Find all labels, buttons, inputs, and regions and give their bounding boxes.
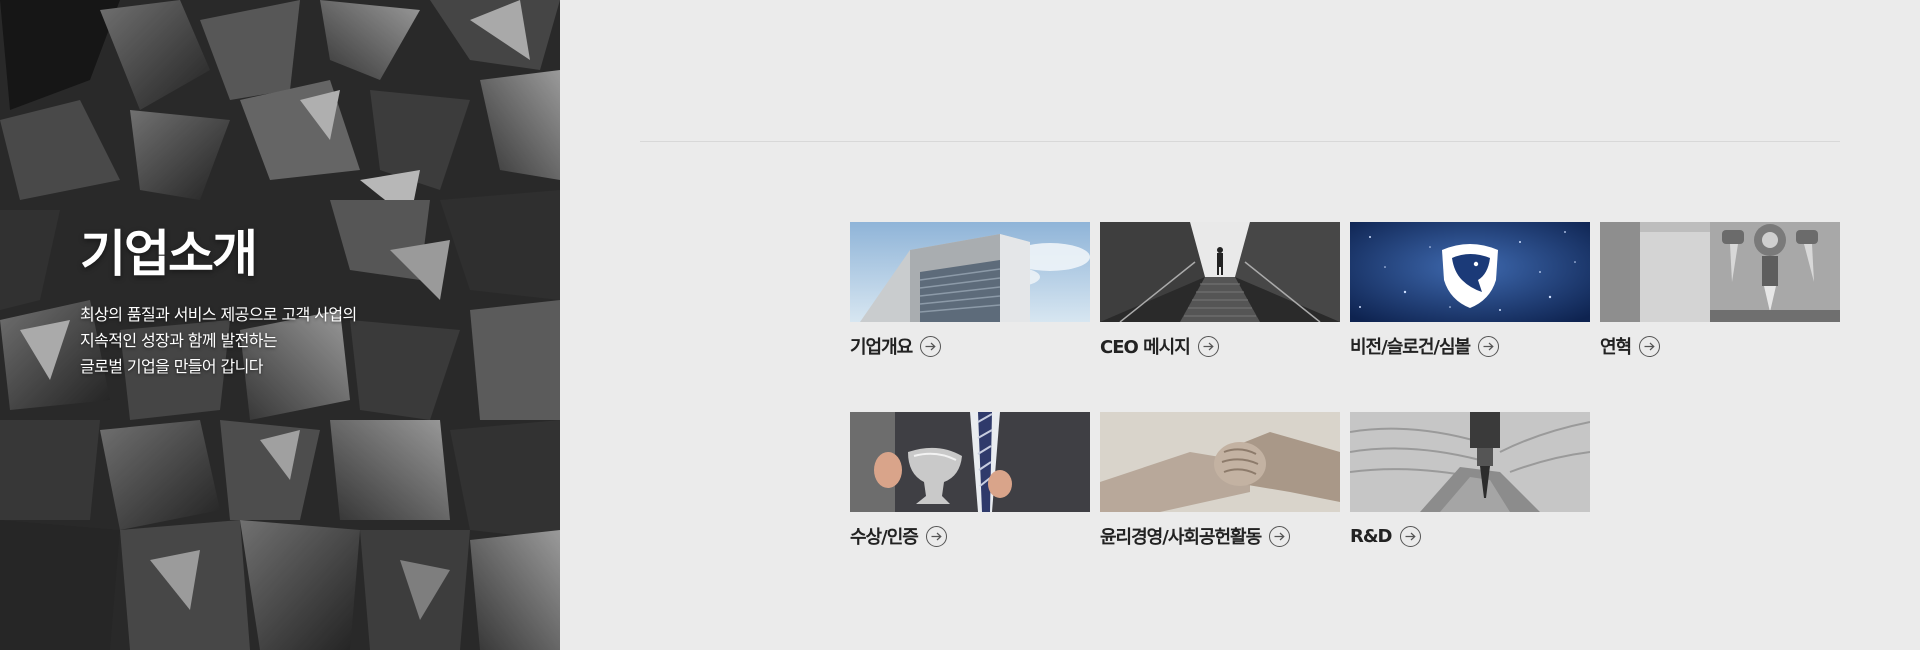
menu-card-label: 윤리경영/사회공헌활동 [1100, 527, 1262, 548]
page-title: 기업소개 [80, 225, 258, 283]
arrow-right-circle-icon [1478, 335, 1500, 357]
arrow-right-circle-icon [925, 525, 947, 547]
arrow-right-circle-icon [1197, 335, 1219, 357]
hero-description-line: 글로벌 기업을 만들어 갑니다 [80, 357, 264, 376]
hero-description: 최상의 품질과 서비스 제공으로 고객 사업의 지속적인 성장과 함께 발전하는… [80, 302, 357, 380]
menu-card-label: 수상/인증 [850, 527, 919, 548]
panther-shield-symbol-image [1350, 222, 1590, 322]
hero-description-line: 최상의 품질과 서비스 제공으로 고객 사업의 [80, 305, 357, 324]
menu-card-label: 연혁 [1600, 337, 1632, 358]
person-on-stairs-image [1100, 222, 1340, 322]
menu-card-label: CEO 메시지 [1100, 337, 1191, 358]
arrow-right-circle-icon [920, 335, 942, 357]
arrow-right-circle-icon [1639, 335, 1661, 357]
trophy-businessman-image [850, 412, 1090, 512]
arrow-right-circle-icon [1399, 525, 1421, 547]
menu-card-label: R&D [1350, 525, 1392, 547]
menu-card-label: 비전/슬로건/심볼 [1350, 337, 1471, 358]
section-divider [640, 141, 1840, 142]
clasped-hands-image [1100, 412, 1340, 512]
menu-card-label: 기업개요 [850, 337, 913, 358]
hero-text: 기업소개 최상의 품질과 서비스 제공으로 고객 사업의 지속적인 성장과 함께… [80, 214, 357, 380]
building-exterior-image [850, 222, 1090, 322]
menu-card-ceo-message[interactable]: CEO 메시지 [1100, 222, 1340, 358]
menu-card-rnd[interactable]: R&D [1350, 412, 1590, 548]
menu-card-history[interactable]: 연혁 [1600, 222, 1840, 358]
menu-card-company-overview[interactable]: 기업개요 [850, 222, 1090, 358]
menu-card-vision-slogan-symbol[interactable]: 비전/슬로건/심볼 [1350, 222, 1590, 358]
drill-impeller-image [1350, 412, 1590, 512]
arrow-right-circle-icon [1269, 525, 1291, 547]
hero-description-line: 지속적인 성장과 함께 발전하는 [80, 331, 278, 350]
menu-card-ethics-social-contribution[interactable]: 윤리경영/사회공헌활동 [1100, 412, 1340, 548]
machining-tool-image [1600, 222, 1840, 322]
hero-banner: 기업소개 최상의 품질과 서비스 제공으로 고객 사업의 지속적인 성장과 함께… [0, 0, 560, 650]
menu-card-awards-certifications[interactable]: 수상/인증 [850, 412, 1090, 548]
